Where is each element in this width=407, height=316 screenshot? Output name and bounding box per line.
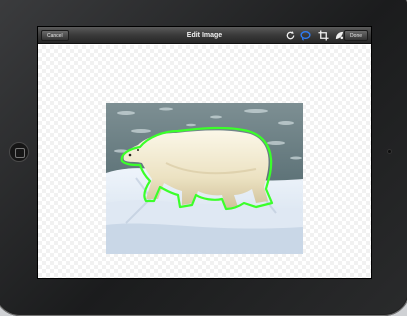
camera-dot <box>387 149 392 154</box>
rotate-icon[interactable] <box>285 30 296 41</box>
navigation-bar: Cancel Edit Image Done <box>38 27 371 44</box>
polar-bear-photo[interactable] <box>106 103 303 254</box>
lasso-icon[interactable] <box>300 30 311 41</box>
done-button[interactable]: Done <box>344 30 368 41</box>
tablet-screen: Cancel Edit Image Done <box>38 27 371 278</box>
crop-icon[interactable] <box>318 30 329 41</box>
home-button[interactable] <box>9 142 29 162</box>
image-canvas[interactable] <box>38 45 371 278</box>
